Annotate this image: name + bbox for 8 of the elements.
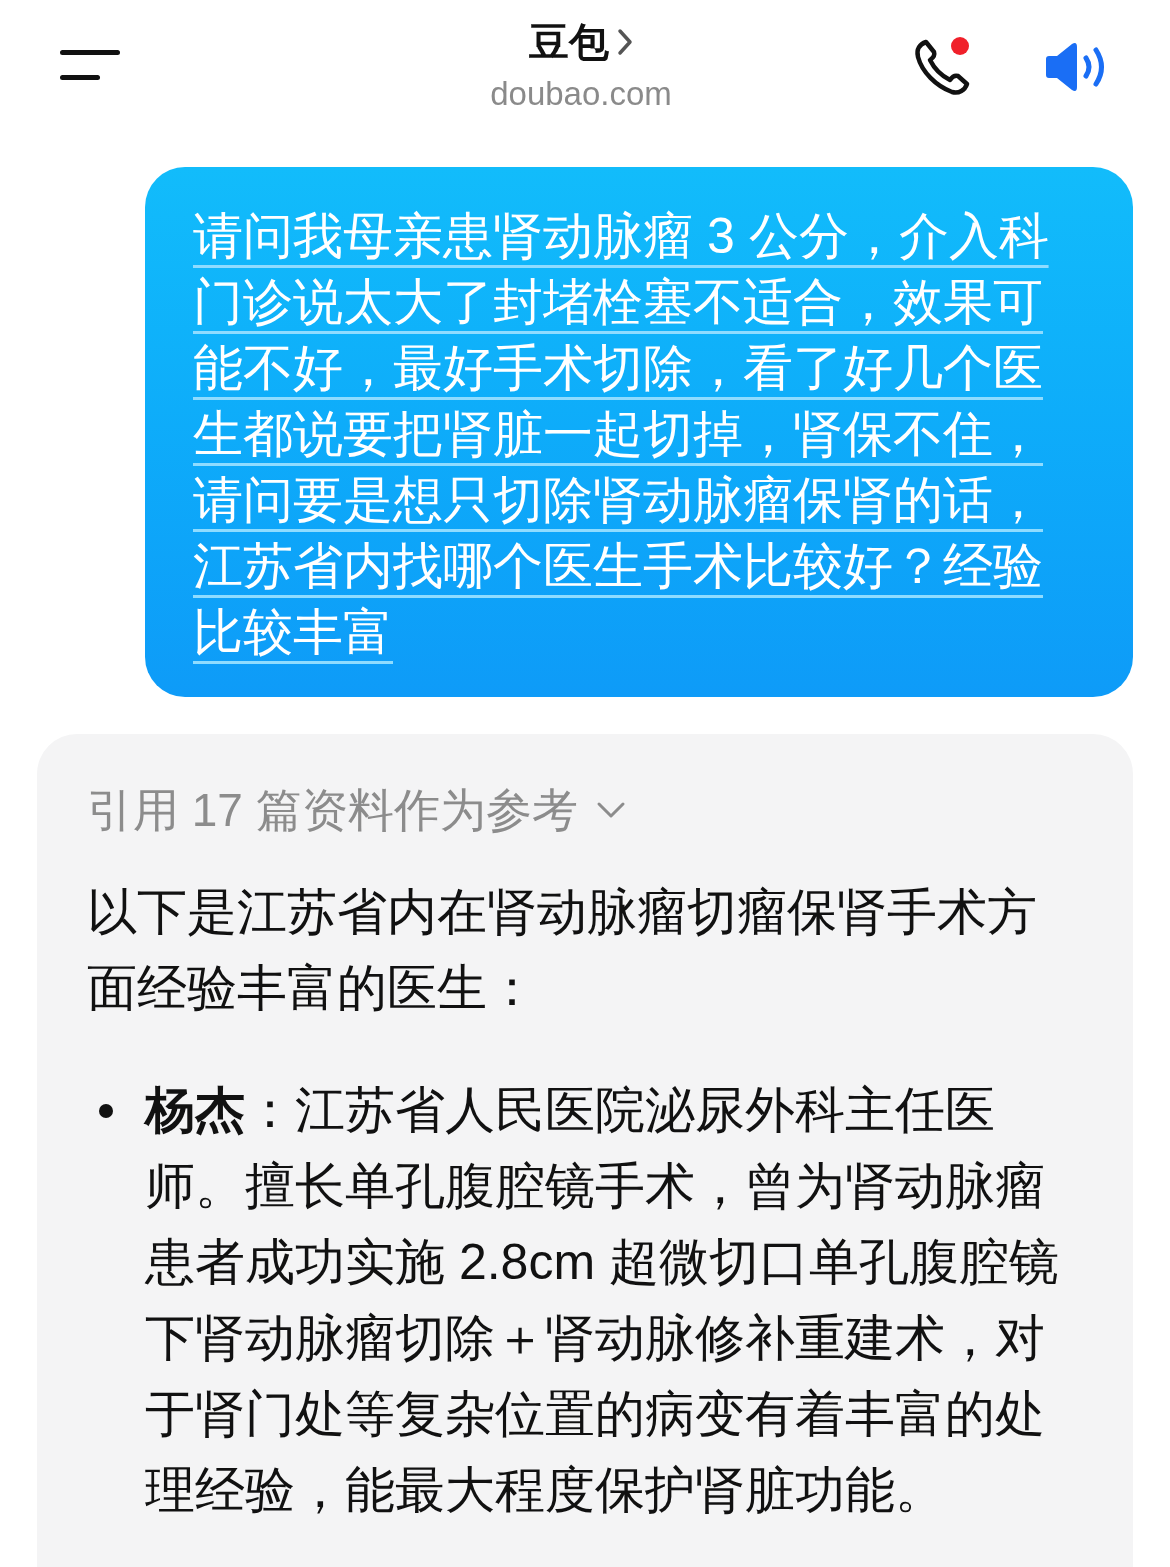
answer-intro: 以下是江苏省内在肾动脉瘤切瘤保肾手术方面经验丰富的医生： <box>87 883 1038 1018</box>
menu-icon[interactable] <box>60 50 120 80</box>
chat-title[interactable]: 豆包 <box>529 18 609 66</box>
doctor-description: 杨杰：江苏省人民医院泌尿外科主任医师。擅长单孔腹腔镜手术，曾为肾动脉瘤患者成功实施 2.8cm 超微切口单孔腹腔镜下肾动脉瘤切除＋肾动脉修补重建术，对于肾门处等复杂位置的病变有着丰富的处理经验，能最大程度保护肾脏功能。 <box>145 1081 1060 1520</box>
chevron-right-icon <box>617 28 633 56</box>
chevron-down-icon[interactable] <box>595 801 626 819</box>
user-message: 请问我母亲患肾动脉瘤 3 公分，介入科门诊说太大了封堵栓塞不适合，效果可能不好，最好手术切除，看了好几个医生都说要把肾脏一起切掉，肾保不住，请问要是想只切除肾动脉瘤保肾的话，江苏省内找哪个医生手术比较好？经验比较丰富 <box>193 207 1050 662</box>
chat-subtitle: doubao.com <box>490 74 672 114</box>
